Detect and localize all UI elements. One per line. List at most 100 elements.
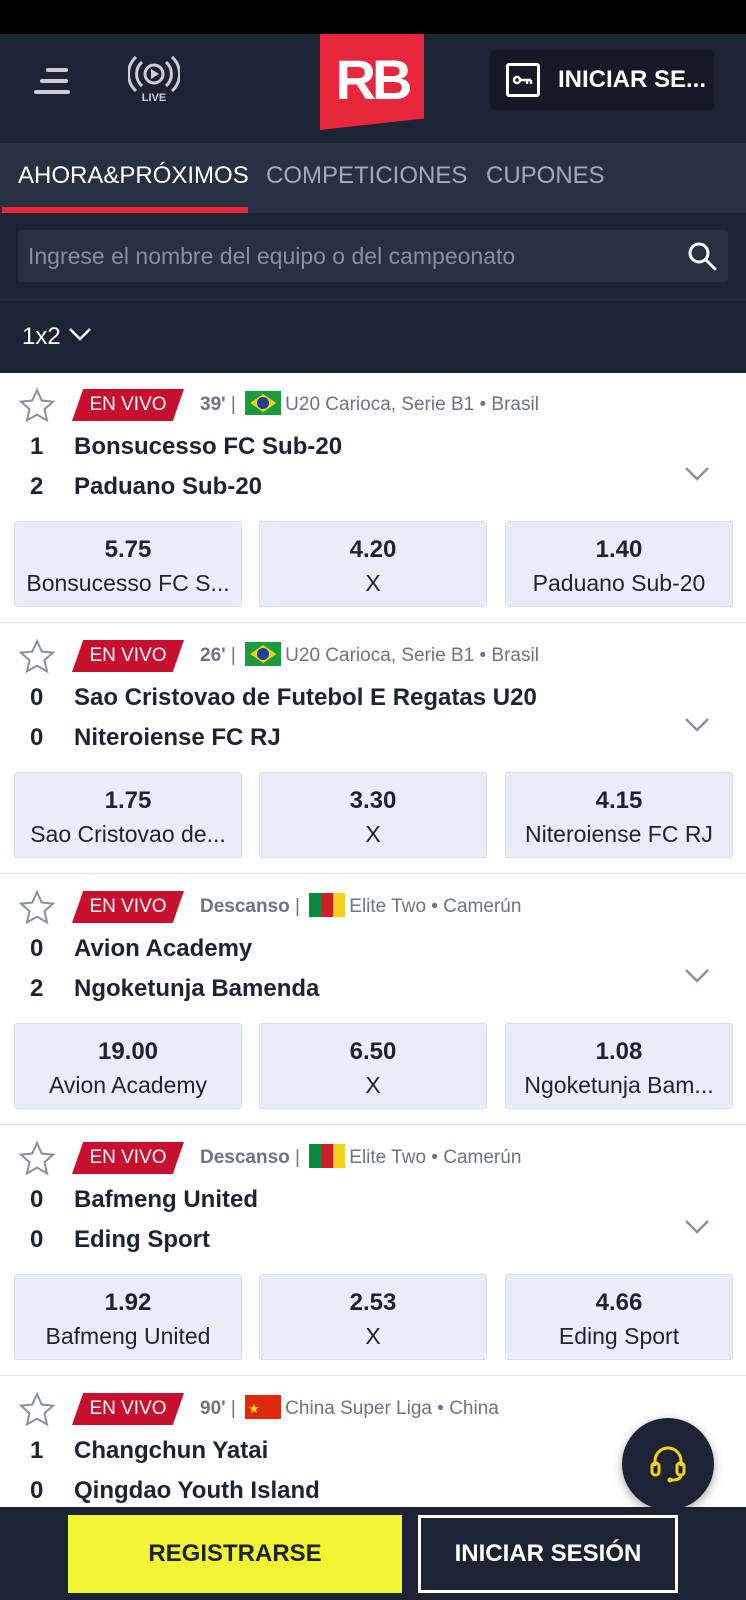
odd-button-away[interactable]: 4.66 Eding Sport	[505, 1274, 733, 1360]
odd-label: Sao Cristovao de...	[30, 821, 226, 847]
odd-label: Bafmeng United	[45, 1323, 211, 1349]
league-name: China Super Liga	[285, 1398, 432, 1419]
support-chat-button[interactable]	[622, 1418, 714, 1510]
odd-label: Avion Academy	[48, 1072, 208, 1098]
china-flag-icon	[245, 1393, 282, 1425]
country-name: Camerún	[443, 896, 522, 917]
odd-label: Bonsucesso FC S...	[26, 570, 230, 596]
market-selector[interactable]: 1x2	[0, 299, 746, 373]
odd-label: X	[365, 821, 381, 847]
live-button[interactable]: LIVE	[128, 56, 180, 108]
away-score: 2	[30, 473, 44, 500]
search-input[interactable]	[28, 230, 668, 282]
country-name: Brasil	[491, 394, 539, 415]
odd-label: X	[365, 570, 381, 596]
odd-label: X	[365, 1323, 381, 1349]
event-meta: Descanso | Elite Two • Camerún	[200, 1142, 521, 1174]
odd-value: 1.75	[104, 787, 152, 814]
odd-button-draw[interactable]: 4.20 X	[259, 521, 487, 607]
odd-label: Paduano Sub-20	[532, 570, 706, 596]
odd-value: 4.20	[349, 536, 397, 563]
odd-button-draw[interactable]: 3.30 X	[259, 772, 487, 858]
register-button[interactable]: REGISTRARSE	[68, 1515, 402, 1593]
star-icon[interactable]	[18, 1391, 56, 1429]
event-card[interactable]: EN VIVO 39' | U20 Carioca, Serie B1 • Br…	[0, 373, 746, 623]
search-icon[interactable]	[686, 240, 718, 272]
live-badge: EN VIVO	[72, 1142, 184, 1174]
star-icon[interactable]	[18, 638, 56, 676]
away-team: Qingdao Youth Island	[74, 1477, 320, 1504]
key-icon	[506, 63, 540, 97]
chevron-down-icon	[69, 328, 91, 341]
odd-value: 4.15	[595, 787, 643, 814]
odd-label: X	[365, 1072, 381, 1098]
chevron-down-icon[interactable]	[684, 967, 710, 985]
match-time: 39'	[200, 394, 226, 415]
home-score: 1	[30, 1437, 44, 1464]
odd-button-home[interactable]: 1.75 Sao Cristovao de...	[14, 772, 242, 858]
cameroon-flag-icon	[309, 893, 346, 917]
cameroon-flag-icon	[309, 1144, 346, 1168]
odd-button-away[interactable]: 4.15 Niteroiense FC RJ	[505, 772, 733, 858]
star-icon[interactable]	[18, 889, 56, 927]
event-card[interactable]: EN VIVO Descanso | Elite Two • Camerún 0…	[0, 1126, 746, 1376]
country-name: Camerún	[443, 1147, 522, 1168]
odd-button-away[interactable]: 1.08 Ngoketunja Bam...	[505, 1023, 733, 1109]
event-list: EN VIVO 39' | U20 Carioca, Serie B1 • Br…	[0, 373, 746, 1507]
login-button[interactable]: INICIAR SESIÓN	[418, 1515, 678, 1593]
login-button-label: INICIAR SE...	[558, 66, 707, 93]
event-card[interactable]: EN VIVO Descanso | Elite Two • Camerún 0…	[0, 875, 746, 1125]
event-card[interactable]: EN VIVO 26' | U20 Carioca, Serie B1 • Br…	[0, 624, 746, 874]
tab-competitions[interactable]: COMPETICIONES	[266, 143, 467, 213]
league-name: U20 Carioca, Serie B1	[285, 394, 475, 415]
odd-button-home[interactable]: 5.75 Bonsucesso FC S...	[14, 521, 242, 607]
odd-button-draw[interactable]: 6.50 X	[259, 1023, 487, 1109]
chevron-down-icon[interactable]	[684, 1218, 710, 1236]
tab-coupons[interactable]: CUPONES	[486, 143, 605, 213]
home-team: Sao Cristovao de Futebol E Regatas U20	[74, 684, 537, 711]
chevron-down-icon[interactable]	[684, 716, 710, 734]
login-button-header[interactable]: INICIAR SE...	[490, 50, 714, 110]
odd-button-draw[interactable]: 2.53 X	[259, 1274, 487, 1360]
league-name: U20 Carioca, Serie B1	[285, 645, 475, 666]
headset-icon	[650, 1446, 686, 1483]
league-name: Elite Two	[349, 1147, 427, 1168]
home-score: 1	[30, 433, 44, 460]
search-box	[18, 230, 728, 282]
live-label: LIVE	[141, 92, 167, 104]
live-broadcast-icon	[128, 56, 180, 92]
chevron-down-icon[interactable]	[684, 465, 710, 483]
brazil-flag-icon	[245, 391, 282, 415]
odd-value: 2.53	[349, 1289, 397, 1316]
league-name: Elite Two	[349, 896, 427, 917]
bottom-action-bar: REGISTRARSE INICIAR SESIÓN	[0, 1507, 746, 1600]
away-team: Niteroiense FC RJ	[74, 724, 281, 751]
home-team: Bafmeng United	[74, 1186, 259, 1213]
match-time: 90'	[200, 1398, 226, 1419]
menu-icon[interactable]	[34, 64, 72, 98]
star-icon[interactable]	[18, 387, 56, 425]
country-name: Brasil	[491, 645, 539, 666]
match-time: Descanso	[200, 1147, 290, 1168]
home-team: Changchun Yatai	[74, 1437, 269, 1464]
logo[interactable]: RB	[320, 34, 424, 130]
odd-value: 3.30	[349, 787, 397, 814]
odd-label: Ngoketunja Bam...	[524, 1072, 714, 1098]
odd-value: 1.92	[104, 1289, 152, 1316]
event-meta: 39' | U20 Carioca, Serie B1 • Brasil	[200, 389, 539, 421]
match-time: 26'	[200, 645, 226, 666]
odd-button-home[interactable]: 19.00 Avion Academy	[14, 1023, 242, 1109]
market-label: 1x2	[22, 323, 61, 350]
home-score: 0	[30, 684, 44, 711]
star-icon[interactable]	[18, 1140, 56, 1178]
odd-value: 5.75	[104, 536, 152, 563]
live-badge: EN VIVO	[72, 640, 184, 672]
tab-now-upcoming[interactable]: AHORA&PRÓXIMOS	[18, 143, 249, 213]
odd-value: 4.66	[595, 1289, 643, 1316]
odd-value: 1.08	[595, 1038, 643, 1065]
odd-button-away[interactable]: 1.40 Paduano Sub-20	[505, 521, 733, 607]
event-meta: 90' | China Super Liga • China	[200, 1393, 499, 1425]
status-bar	[0, 0, 746, 34]
live-badge: EN VIVO	[72, 891, 184, 923]
odd-button-home[interactable]: 1.92 Bafmeng United	[14, 1274, 242, 1360]
